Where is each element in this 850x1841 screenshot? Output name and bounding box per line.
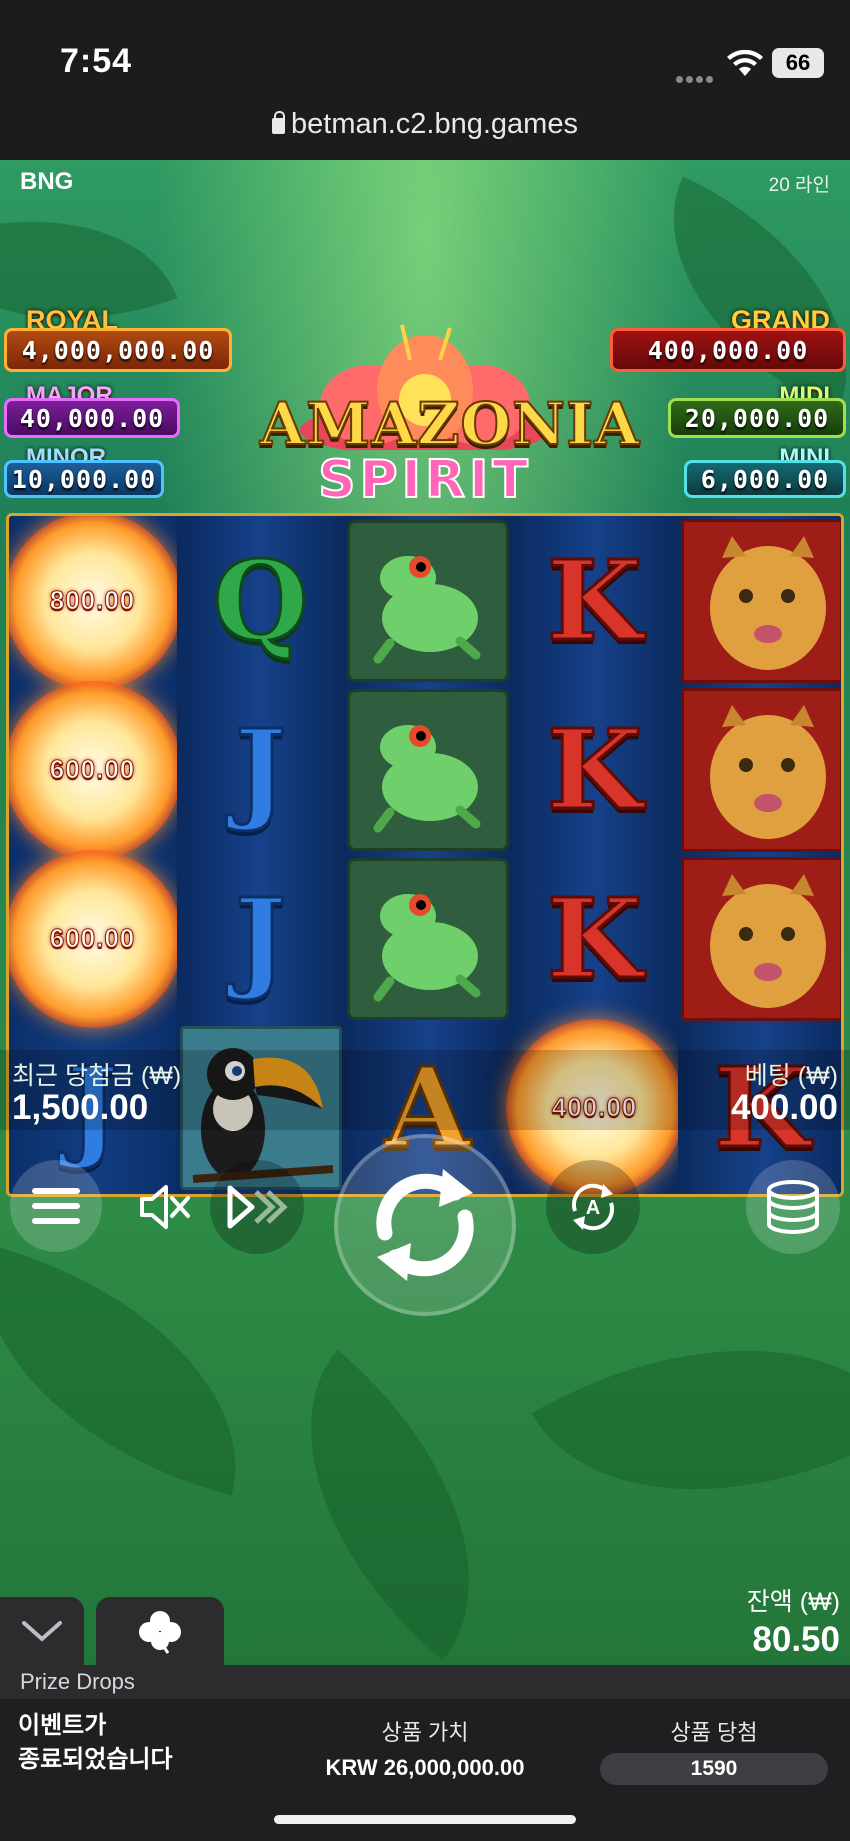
autoplay-letter: A <box>586 1197 600 1219</box>
symbol-j: J <box>233 873 288 1003</box>
symbol-q: Q <box>211 535 310 665</box>
reel-cell <box>344 854 511 1023</box>
frog-symbol <box>346 857 509 1020</box>
bet-label: 베팅 (₩) <box>744 1062 838 1090</box>
prize-value: KRW 26,000,000.00 <box>325 1755 525 1780</box>
symbol-k: K <box>545 704 644 834</box>
menu-button[interactable] <box>10 1160 102 1252</box>
reel-cell <box>344 685 511 854</box>
jackpot-midi-value: 20,000.00 <box>668 398 846 438</box>
sound-muted-icon[interactable] <box>134 1178 192 1236</box>
reel-cell: J <box>177 854 344 1023</box>
prize-value-label: 상품 가치 <box>381 1720 469 1745</box>
jackpot-grand-value: 400,000.00 <box>610 328 846 372</box>
lock-icon <box>272 111 286 134</box>
leaf-decoration <box>228 1349 552 1661</box>
jaguar-symbol <box>680 518 841 683</box>
jaguar-icon <box>709 704 826 839</box>
menu-icon-bar <box>32 1203 80 1209</box>
battery-indicator: 66 <box>772 48 824 78</box>
reel-cell: 800.00 <box>9 516 182 690</box>
turbo-spin-button[interactable] <box>210 1160 304 1254</box>
game-logo-subtitle: SPIRIT <box>317 449 532 511</box>
prize-wins-count: 1590 <box>600 1753 828 1785</box>
menu-icon <box>32 1188 80 1194</box>
jaguar-symbol <box>680 856 841 1021</box>
last-win-label: 최근 당첨금 (₩) <box>12 1062 182 1090</box>
leaf-decoration <box>0 1244 279 1496</box>
jackpot-mini-value: 6,000.00 <box>684 460 846 498</box>
reel-cell: K <box>511 516 678 685</box>
home-indicator[interactable] <box>274 1815 576 1824</box>
provider-logo: BNG <box>20 168 74 195</box>
game-viewport[interactable]: BNG 20 라인 ROYAL 4,000,000.00 MAJOR 40,00… <box>0 160 850 1841</box>
jaguar-icon <box>709 873 826 1008</box>
clover-icon <box>139 1611 181 1654</box>
jaguar-symbol <box>680 687 841 852</box>
bet-value: 400.00 <box>730 1088 838 1127</box>
jackpot-royal-value: 4,000,000.00 <box>4 328 232 372</box>
reel-cell <box>678 854 841 1023</box>
butterfly-symbol: 600.00 <box>9 849 182 1028</box>
jackpot-minor-value: 10,000.00 <box>4 460 164 498</box>
symbol-value: 600.00 <box>49 754 136 785</box>
frog-icon <box>373 724 480 832</box>
butterfly-symbol: 800.00 <box>9 516 182 690</box>
bet-settings-button[interactable] <box>746 1160 840 1254</box>
url-text: betman.c2.bng.games <box>291 108 578 140</box>
event-status: 이벤트가 종료되었습니다 <box>18 1712 173 1773</box>
game-logo-title: AMAZONIA <box>259 389 641 459</box>
autoplay-icon: A <box>571 1183 615 1231</box>
signal-dots-icon <box>676 70 716 83</box>
reel-cell: K <box>511 685 678 854</box>
symbol-k: K <box>545 873 644 1003</box>
fast-forward-icon <box>227 1185 288 1229</box>
symbol-k: K <box>545 535 644 665</box>
chevron-down-icon <box>22 1621 62 1642</box>
symbol-j: J <box>233 704 288 834</box>
prize-drops-title: Prize Drops <box>0 1665 850 1699</box>
last-win-value: 1,500.00 <box>12 1088 149 1127</box>
frog-icon <box>373 893 480 1001</box>
collapse-panel-button[interactable] <box>0 1597 84 1665</box>
reel-cell <box>678 685 841 854</box>
spin-arrows-icon <box>376 1169 474 1281</box>
reel-cell <box>344 516 511 685</box>
reel-cell: Q <box>177 516 344 685</box>
wifi-icon <box>727 50 763 76</box>
symbol-value: 800.00 <box>49 585 136 616</box>
jackpot-major-value: 40,000.00 <box>4 398 180 438</box>
reel-cell: 600.00 <box>9 849 182 1028</box>
reel-cell: 600.00 <box>9 680 182 859</box>
autoplay-button[interactable]: A <box>546 1160 640 1254</box>
paylines-label: 20 라인 <box>768 175 830 196</box>
spin-button[interactable] <box>334 1134 516 1316</box>
leaf-decoration <box>619 176 850 414</box>
prize-value-block: 상품 가치 KRW 26,000,000.00 <box>300 1715 550 1781</box>
frog-symbol <box>346 688 509 851</box>
leaf-decoration <box>531 1253 850 1587</box>
frog-symbol <box>346 519 509 682</box>
menu-icon-bar <box>32 1218 80 1224</box>
reel-cell: K <box>511 854 678 1023</box>
butterfly-symbol: 600.00 <box>9 680 182 859</box>
status-time: 7:54 <box>60 42 133 80</box>
prize-wins-block: 상품 당첨 1590 <box>600 1715 828 1785</box>
status-bar: 7:54 66 betman.c2.bng.games <box>0 0 850 160</box>
win-bet-bar: 최근 당첨금 (₩) 1,500.00 베팅 (₩) 400.00 <box>0 1050 850 1130</box>
symbol-value: 600.00 <box>49 923 136 954</box>
reel-cell: J <box>177 685 344 854</box>
balance-value: 80.50 <box>752 1620 840 1659</box>
balance-label: 잔액 (₩) <box>746 1588 840 1616</box>
frog-icon <box>373 555 480 663</box>
prize-wins-label: 상품 당첨 <box>670 1720 758 1745</box>
jaguar-icon <box>709 535 826 670</box>
address-bar[interactable]: betman.c2.bng.games <box>0 108 850 141</box>
coins-stack-icon <box>767 1180 819 1234</box>
prize-drops-tab[interactable] <box>96 1597 224 1665</box>
reel-cell <box>678 516 841 685</box>
